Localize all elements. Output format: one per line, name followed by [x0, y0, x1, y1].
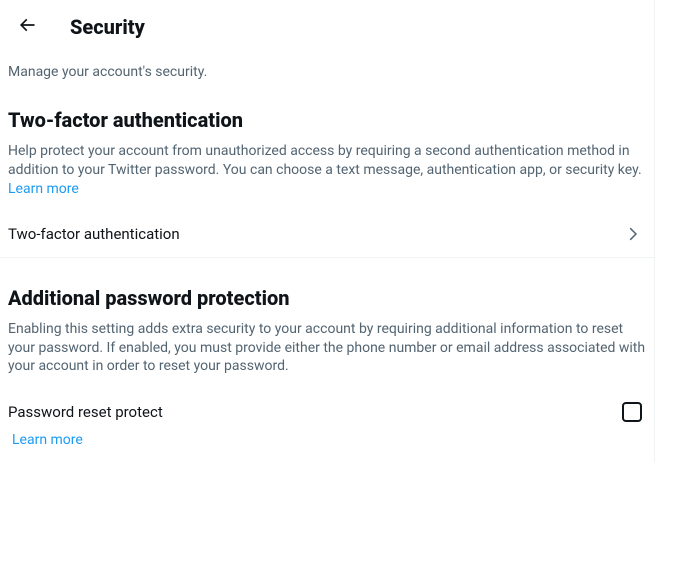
page-subtitle: Manage your account's security.	[0, 54, 654, 98]
page-title: Security	[70, 15, 145, 39]
password-reset-protect-label: Password reset protect	[8, 403, 163, 421]
section-desc-2fa: Help protect your account from unauthori…	[0, 136, 654, 211]
learn-more-addprot-link[interactable]: Learn more	[12, 432, 83, 448]
page-header: Security	[0, 0, 654, 54]
two-factor-row[interactable]: Two-factor authentication	[0, 211, 654, 258]
section-title-addprot: Additional password protection	[0, 276, 654, 314]
section-title-2fa: Two-factor authentication	[0, 98, 654, 136]
learn-more-addprot-container: Learn more	[0, 428, 654, 462]
learn-more-2fa-link[interactable]: Learn more	[8, 181, 79, 197]
back-button[interactable]	[10, 10, 44, 44]
section-desc-2fa-text: Help protect your account from unauthori…	[8, 143, 642, 178]
password-reset-protect-checkbox[interactable]	[622, 402, 642, 422]
two-factor-row-label: Two-factor authentication	[8, 225, 180, 243]
password-reset-protect-row: Password reset protect	[0, 388, 654, 428]
section-desc-addprot: Enabling this setting adds extra securit…	[0, 314, 654, 389]
arrow-left-icon	[17, 15, 37, 39]
chevron-right-icon	[624, 225, 642, 243]
